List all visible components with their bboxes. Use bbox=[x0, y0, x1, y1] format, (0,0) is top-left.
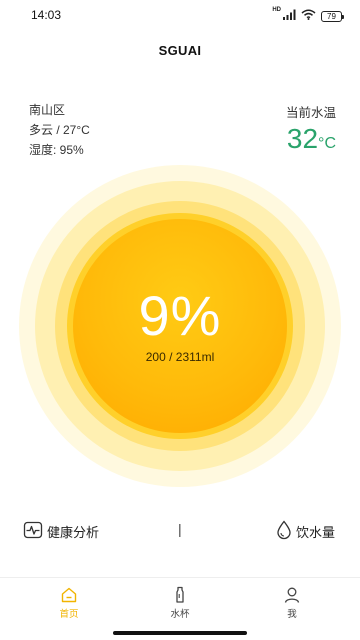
tab-home[interactable]: 首页 bbox=[39, 586, 99, 620]
weather-district: 南山区 bbox=[29, 103, 66, 117]
tab-cup-label: 水杯 bbox=[170, 609, 190, 620]
water-temp-reading: 32°C bbox=[286, 124, 336, 159]
tab-me[interactable]: 我 bbox=[262, 586, 322, 620]
health-analysis-button[interactable]: 健康分析 bbox=[23, 520, 99, 543]
actions-row: 健康分析 | 饮水量 bbox=[0, 518, 360, 546]
water-temp-panel: 当前水温 32°C bbox=[286, 102, 336, 159]
weather-humidity: 湿度: 95% bbox=[29, 143, 84, 157]
water-temp-label: 当前水温 bbox=[285, 106, 336, 120]
home-icon bbox=[61, 587, 77, 603]
status-time: 14:03 bbox=[31, 8, 62, 22]
bottle-icon bbox=[176, 586, 184, 603]
signal-icon bbox=[283, 7, 296, 25]
tab-home-label: 首页 bbox=[59, 609, 79, 620]
water-intake-label: 饮水量 bbox=[295, 525, 335, 540]
tab-cup[interactable]: 水杯 bbox=[150, 586, 210, 620]
battery-icon: 79 bbox=[321, 10, 344, 22]
status-icons: HD 79 bbox=[272, 7, 344, 25]
wifi-icon bbox=[301, 7, 316, 25]
person-icon bbox=[284, 587, 300, 603]
water-drop-icon bbox=[276, 520, 292, 543]
actions-separator: | bbox=[178, 521, 182, 537]
network-type-label: HD bbox=[272, 7, 281, 13]
heartbeat-icon bbox=[23, 520, 43, 543]
weather-condition: 多云 / 27°C bbox=[29, 123, 90, 137]
health-analysis-label: 健康分析 bbox=[47, 525, 100, 540]
home-indicator[interactable] bbox=[113, 631, 247, 635]
water-intake-button[interactable]: 饮水量 bbox=[276, 520, 335, 543]
water-progress-circle[interactable]: 9% 200 / 2311ml bbox=[19, 165, 341, 487]
status-bar: 14:03 HD 79 bbox=[0, 0, 360, 30]
progress-percent: 9% bbox=[138, 284, 222, 347]
water-temp-value: 32 bbox=[286, 123, 319, 154]
water-temp-unit: °C bbox=[318, 135, 336, 152]
page-title: SGUAI bbox=[158, 43, 202, 58]
weather-info: 南山区 多云 / 27°C 湿度: 95% bbox=[29, 100, 90, 160]
progress-volume: 200 / 2311ml bbox=[145, 350, 215, 364]
tab-me-label: 我 bbox=[287, 609, 297, 620]
